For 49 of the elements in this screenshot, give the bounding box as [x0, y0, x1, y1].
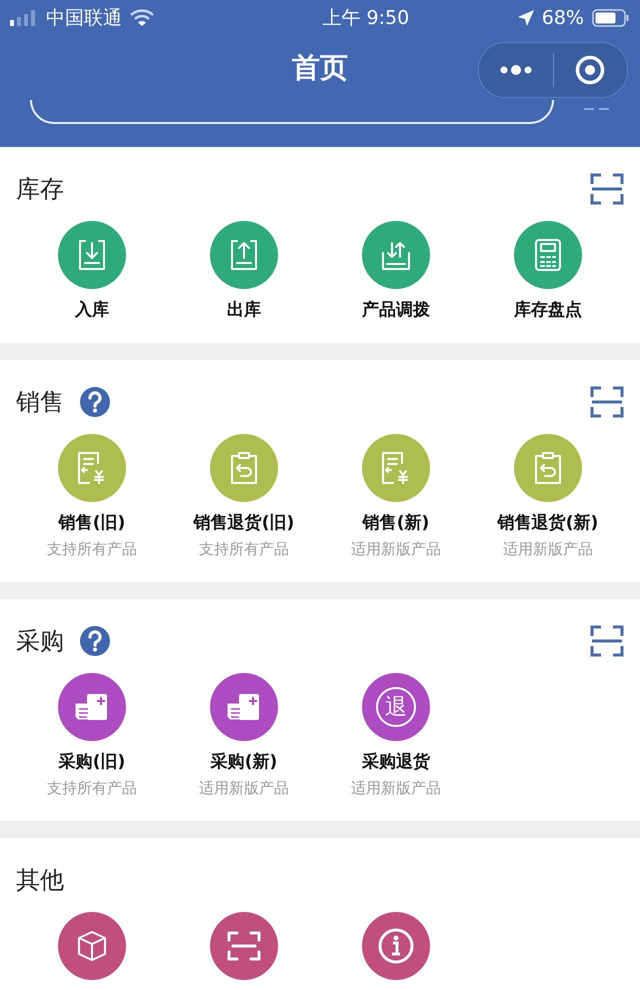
help-icon[interactable]	[80, 626, 110, 656]
section-title: 其他	[16, 865, 64, 896]
feature-note: 支持所有产品	[199, 539, 289, 560]
section-title: 库存	[16, 174, 64, 205]
carrier-name: 中国联通	[46, 6, 122, 31]
scan-icon[interactable]	[590, 625, 624, 657]
wifi-icon	[130, 9, 154, 27]
feature-note: 支持所有产品	[47, 539, 137, 560]
feature-note: 支持所有产品	[47, 778, 137, 799]
feature-note: 适用新版产品	[199, 778, 289, 799]
battery-icon	[592, 9, 630, 27]
page-title: 首页	[292, 50, 348, 86]
return-glyph-icon: 退	[376, 687, 416, 727]
download-icon	[77, 239, 107, 271]
feature-label: 销售(旧)	[58, 512, 126, 535]
feature-label: 库存盘点	[514, 299, 582, 322]
feature-label: 采购(旧)	[58, 751, 126, 774]
scan-icon	[227, 930, 261, 962]
signal-icon	[10, 10, 38, 26]
feature-label: 销售退货(新)	[498, 512, 598, 535]
scan-icon[interactable]	[590, 173, 624, 205]
more-icon[interactable]	[498, 64, 534, 76]
section-title: 销售	[16, 387, 64, 418]
clock-time: 上午 9:50	[322, 6, 410, 31]
feature-label: 产品调拨	[362, 299, 430, 322]
scan-icon[interactable]	[590, 386, 624, 418]
clipboard-icon	[229, 451, 259, 485]
feature-button[interactable]: 退	[362, 673, 430, 741]
dash-marks	[584, 106, 610, 112]
feature-note: 适用新版产品	[351, 778, 441, 799]
calculator-icon	[534, 238, 562, 272]
close-target-icon[interactable]	[575, 55, 606, 85]
help-icon[interactable]	[80, 387, 110, 417]
feature-label: 采购(新)	[210, 751, 278, 774]
clipboard-icon	[533, 451, 563, 485]
feature-label: 采购退货	[362, 751, 430, 774]
section-title: 采购	[16, 626, 64, 657]
cube-icon	[75, 929, 109, 963]
feature-label: 销售(新)	[362, 512, 430, 535]
upload-icon	[229, 239, 259, 271]
feature-note: 适用新版产品	[351, 539, 441, 560]
location-arrow-icon	[518, 10, 534, 26]
feature-label: 入库	[75, 299, 109, 322]
transfer-icon	[380, 239, 412, 271]
battery-percent: 68%	[542, 7, 584, 29]
feature-label: 销售退货(旧)	[194, 512, 294, 535]
feature-label: 出库	[227, 299, 261, 322]
info-icon	[378, 928, 414, 964]
feature-note: 适用新版产品	[503, 539, 593, 560]
